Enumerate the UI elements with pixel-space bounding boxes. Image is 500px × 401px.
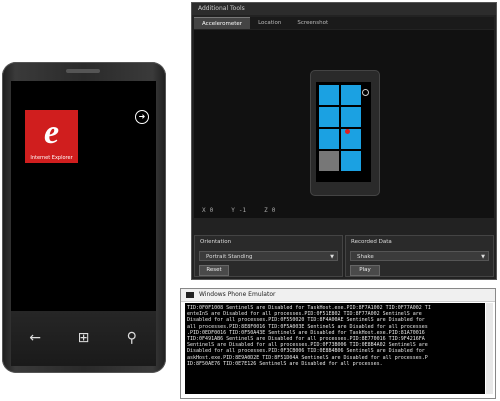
model-tile — [341, 107, 361, 127]
model-tile — [319, 129, 339, 149]
phone-3d-model[interactable] — [310, 70, 380, 196]
console-title: Windows Phone Emulator — [199, 291, 276, 298]
tools-tabs: Accelerometer Location Screenshot — [194, 17, 494, 29]
console-line: ID:8F50AE76 TID:0E7E126 SentinelS are Di… — [187, 360, 383, 367]
phone-emulator: e Internet Explorer ➜ ← ⊞ ⚲ — [2, 62, 166, 373]
emulator-console-window: Windows Phone Emulator TID:0F0F1008 Sent… — [180, 288, 496, 399]
internet-explorer-tile[interactable]: e Internet Explorer — [25, 110, 78, 163]
model-tile — [319, 85, 339, 105]
search-icon: ⚲ — [126, 330, 137, 346]
console-output[interactable]: TID:0F0F1008 SentinelS are Disabled for … — [185, 303, 485, 394]
search-button[interactable]: ⚲ — [118, 327, 146, 349]
y-axis-value: Y -1 — [231, 207, 247, 214]
phone-speaker — [66, 69, 100, 73]
back-icon: ← — [29, 330, 42, 346]
model-tile — [319, 151, 339, 171]
recorded-data-dropdown[interactable]: Shake ▼ — [350, 251, 489, 261]
recorded-data-title: Recorded Data — [351, 239, 392, 245]
tile-label: Internet Explorer — [30, 155, 73, 161]
chevron-down-icon: ▼ — [330, 254, 334, 260]
orientation-value: Portrait Standing — [206, 254, 253, 260]
model-tile — [319, 107, 339, 127]
arrow-right-icon[interactable]: ➜ — [135, 110, 149, 124]
play-button[interactable]: Play — [350, 265, 380, 276]
start-button[interactable]: ⊞ — [69, 327, 97, 349]
back-button[interactable]: ← — [21, 327, 49, 349]
tab-screenshot[interactable]: Screenshot — [289, 17, 336, 29]
accelerometer-pane: X0 Y -1 Z0 — [194, 30, 494, 218]
additional-tools-window: Additional Tools Accelerometer Location … — [191, 2, 497, 280]
orientation-section: Orientation Portrait Standing ▼ Reset — [194, 235, 343, 277]
phone-model-screen — [316, 82, 371, 182]
console-scrollbar[interactable] — [486, 303, 493, 394]
window-title: Additional Tools — [192, 3, 496, 15]
tab-accelerometer[interactable]: Accelerometer — [194, 17, 251, 29]
windows-start-icon: ⊞ — [77, 330, 90, 346]
chevron-down-icon: ▼ — [481, 254, 485, 260]
reset-button[interactable]: Reset — [199, 265, 229, 276]
model-tile — [341, 151, 361, 171]
recorded-data-section: Recorded Data Shake ▼ Play — [345, 235, 494, 277]
arrow-right-icon — [362, 89, 369, 96]
axis-readout: X0 Y -1 Z0 — [202, 207, 275, 214]
console-icon — [186, 292, 194, 298]
z-axis-value: Z0 — [264, 207, 276, 214]
orientation-dropdown[interactable]: Portrait Standing ▼ — [199, 251, 338, 261]
x-axis-value: X0 — [202, 207, 214, 214]
model-tile — [341, 129, 361, 149]
orientation-title: Orientation — [200, 239, 232, 245]
model-tile — [341, 85, 361, 105]
tab-location[interactable]: Location — [250, 17, 289, 29]
recorded-data-value: Shake — [357, 254, 374, 260]
internet-explorer-icon: e — [43, 114, 60, 151]
console-titlebar: Windows Phone Emulator — [181, 289, 495, 302]
hardware-buttons: ← ⊞ ⚲ — [11, 321, 156, 355]
drag-handle-dot[interactable] — [345, 129, 350, 134]
